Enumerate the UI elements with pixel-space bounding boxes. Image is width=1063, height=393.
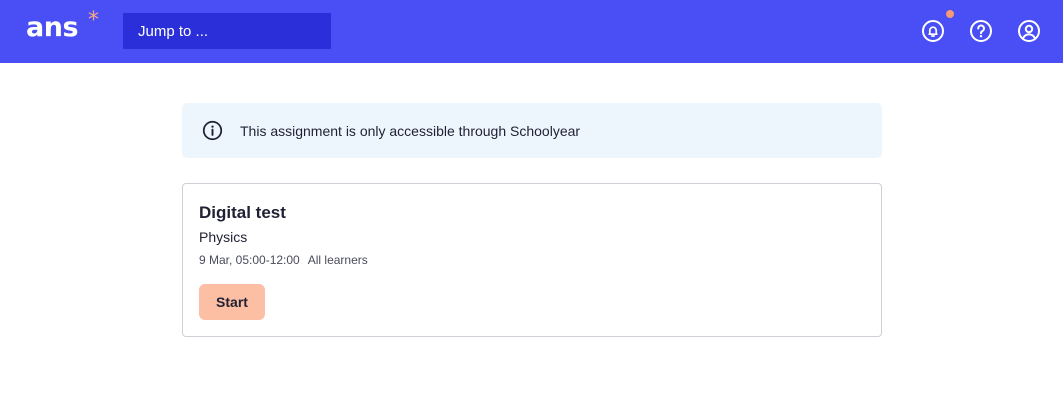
top-navigation-bar: ans * bbox=[0, 0, 1063, 63]
assignment-card: Digital test Physics 9 Mar, 05:00-12:00 A… bbox=[182, 183, 882, 337]
ans-logo[interactable]: ans bbox=[26, 10, 79, 46]
access-info-banner: This assignment is only accessible throu… bbox=[182, 103, 882, 158]
jump-to-search-input[interactable] bbox=[123, 13, 331, 49]
assignment-title: Digital test bbox=[199, 203, 286, 222]
help-icon bbox=[970, 20, 992, 42]
assignment-meta: 9 Mar, 05:00-12:00 All learners bbox=[199, 253, 368, 268]
help-button[interactable] bbox=[969, 19, 993, 43]
banner-message: This assignment is only accessible throu… bbox=[240, 123, 581, 139]
user-icon bbox=[1018, 20, 1040, 42]
info-icon bbox=[202, 120, 223, 141]
assignment-datetime: 9 Mar, 05:00-12:00 bbox=[199, 253, 300, 267]
notifications-button[interactable] bbox=[921, 19, 945, 43]
notification-indicator-dot bbox=[946, 10, 954, 18]
assignment-subject: Physics bbox=[199, 229, 248, 245]
assignment-audience: All learners bbox=[307, 253, 368, 267]
logo-asterisk-icon: * bbox=[88, 8, 99, 33]
start-button[interactable]: Start bbox=[199, 284, 265, 320]
bell-icon bbox=[922, 20, 944, 42]
profile-button[interactable] bbox=[1017, 19, 1041, 43]
